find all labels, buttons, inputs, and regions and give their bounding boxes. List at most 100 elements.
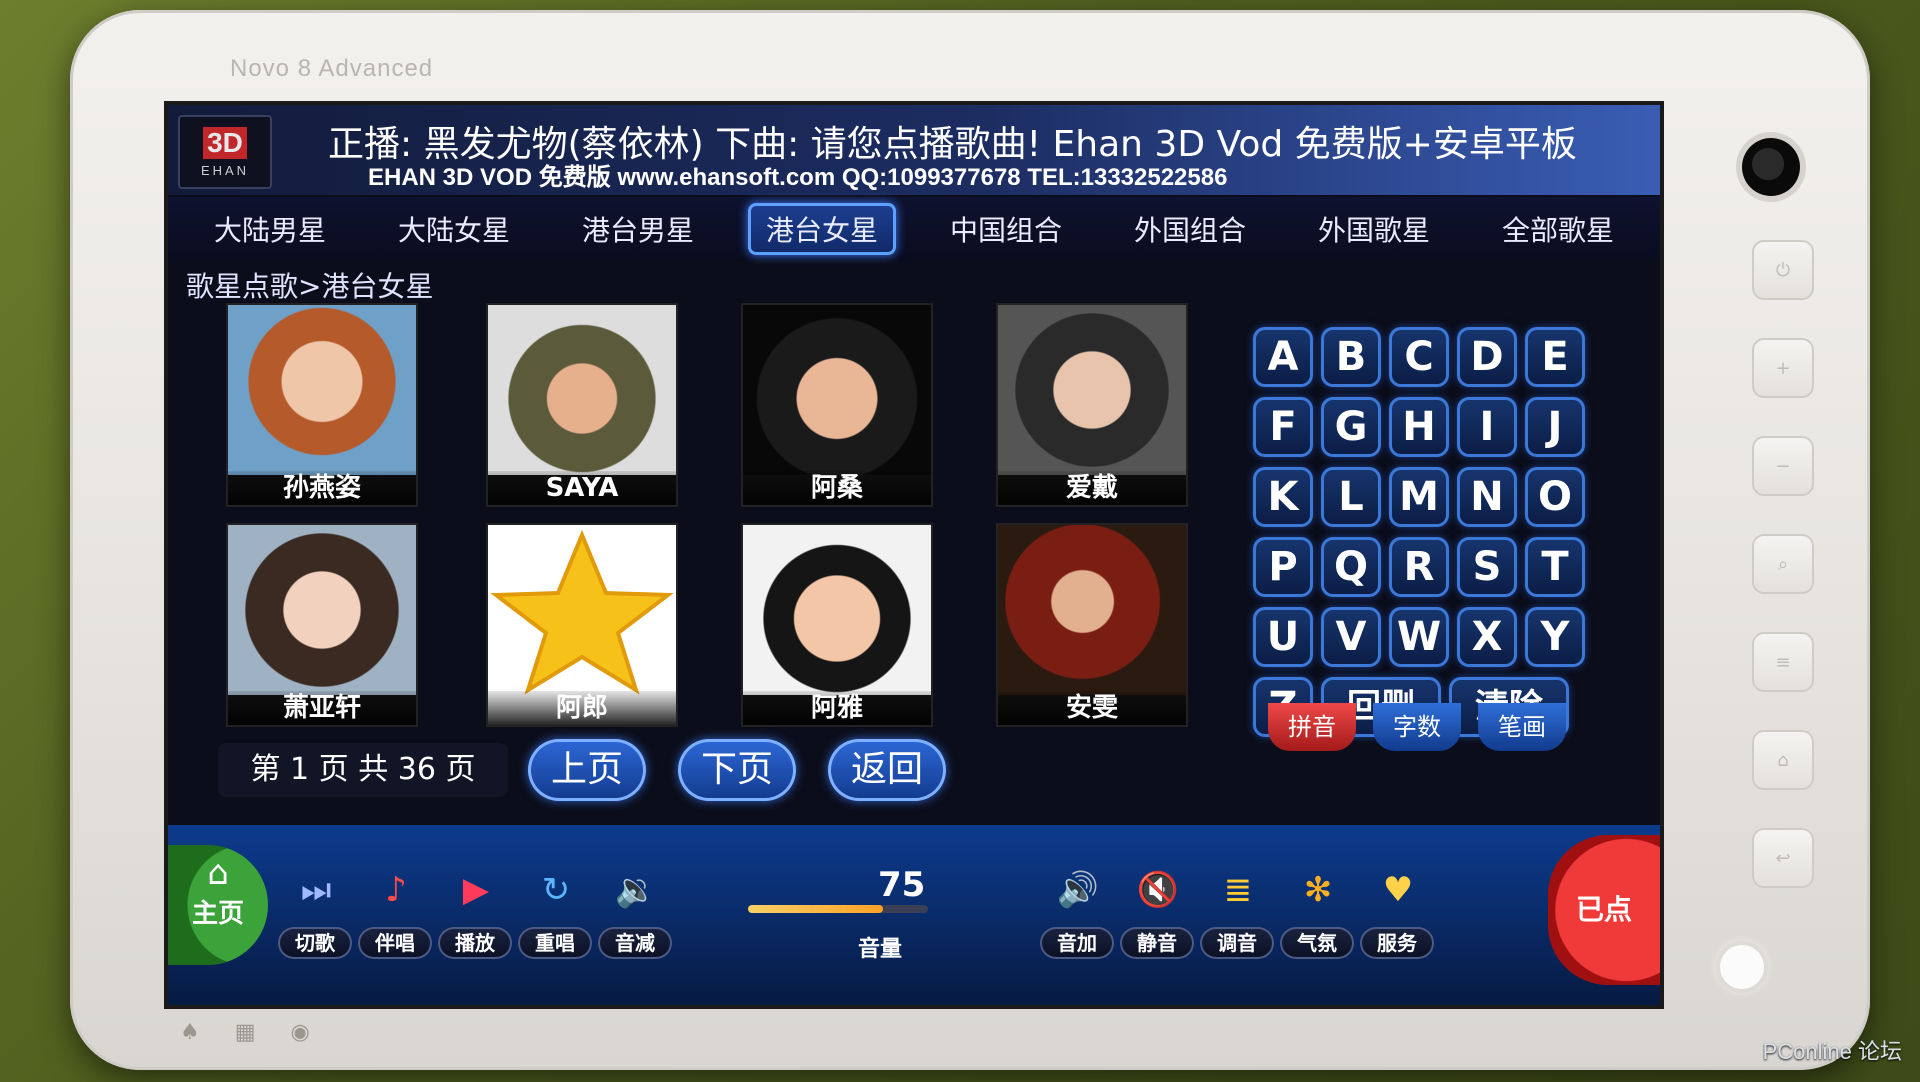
singer-photo xyxy=(998,305,1186,475)
singer-photo xyxy=(228,525,416,695)
volume-up-button[interactable]: + xyxy=(1752,338,1814,398)
key-c[interactable]: C xyxy=(1389,327,1449,387)
service-button[interactable]: 服务 xyxy=(1360,927,1434,959)
home-icon: ⌂ xyxy=(207,853,229,893)
key-g[interactable]: G xyxy=(1321,397,1381,457)
power-button[interactable]: ⏻ xyxy=(1752,240,1814,300)
char-count-mode-button[interactable]: 字数 xyxy=(1373,703,1461,751)
selected-songs-button[interactable]: 已点 xyxy=(1548,835,1660,985)
key-i[interactable]: I xyxy=(1457,397,1517,457)
next-page-button[interactable]: 下页 xyxy=(678,739,796,801)
atmosphere-button[interactable]: 气氛 xyxy=(1280,927,1354,959)
skip-song-button[interactable]: 切歌 xyxy=(278,927,352,959)
tab-foreign-group[interactable]: 外国组合 xyxy=(1116,203,1264,255)
volume-down-button[interactable]: − xyxy=(1752,436,1814,496)
karaoke-screen: 3D EHAN 正播: 黑发尤物(蔡依林) 下曲: 请您点播歌曲! Ehan 3… xyxy=(168,105,1660,1005)
singer-card[interactable]: 爱戴 xyxy=(998,305,1186,505)
singer-photo xyxy=(228,305,416,475)
skip-icon: ⏭ xyxy=(300,870,332,910)
back-button[interactable]: 返回 xyxy=(828,739,946,801)
singer-card[interactable]: 阿雅 xyxy=(743,525,931,725)
watermark: PConline 论坛 xyxy=(1762,1039,1902,1064)
key-j[interactable]: J xyxy=(1525,397,1585,457)
singer-card[interactable]: 阿桑 xyxy=(743,305,931,505)
stroke-mode-button[interactable]: 笔画 xyxy=(1478,703,1566,751)
singer-card[interactable]: SAYA xyxy=(488,305,676,505)
app-logo: 3D EHAN xyxy=(178,115,272,189)
volume-up-ui-button[interactable]: 音加 xyxy=(1040,927,1114,959)
key-h[interactable]: H xyxy=(1389,397,1449,457)
header-subline: EHAN 3D VOD 免费版 www.ehansoft.com QQ:1099… xyxy=(368,164,1228,191)
key-k[interactable]: K xyxy=(1253,467,1313,527)
search-hw-button[interactable]: ⌕ xyxy=(1752,534,1814,594)
breadcrumb: 歌星点歌>港台女星 xyxy=(186,270,434,303)
heart-icon: ♥ xyxy=(1382,870,1414,910)
equalizer-icon: ≣ xyxy=(1223,870,1253,910)
category-tabs: 大陆男星 大陆女星 港台男星 港台女星 中国组合 外国组合 外国歌星 全部歌星 xyxy=(168,197,1660,261)
mute-icon: 🔇 xyxy=(1136,870,1180,910)
key-l[interactable]: L xyxy=(1321,467,1381,527)
key-n[interactable]: N xyxy=(1457,467,1517,527)
page-indicator: 第 1 页 共 36 页 xyxy=(218,743,508,797)
star-icon xyxy=(490,529,674,695)
key-b[interactable]: B xyxy=(1321,327,1381,387)
singer-photo xyxy=(998,525,1186,695)
singer-photo xyxy=(743,525,931,695)
singer-photo xyxy=(743,305,931,475)
singer-card[interactable]: 安雯 xyxy=(998,525,1186,725)
tab-all-singers[interactable]: 全部歌星 xyxy=(1484,203,1632,255)
play-button[interactable]: 播放 xyxy=(438,927,512,959)
volume-down-icon: 🔉 xyxy=(614,870,658,910)
key-m[interactable]: M xyxy=(1389,467,1449,527)
status-icons: ♠ ▦ ◉ xyxy=(180,1020,324,1045)
volume-up-icon: 🔊 xyxy=(1056,870,1100,910)
prev-page-button[interactable]: 上页 xyxy=(528,739,646,801)
replay-button[interactable]: 重唱 xyxy=(518,927,592,959)
key-r[interactable]: R xyxy=(1389,537,1449,597)
key-o[interactable]: O xyxy=(1525,467,1585,527)
back-hw-button[interactable]: ↩ xyxy=(1752,828,1814,888)
key-y[interactable]: Y xyxy=(1525,607,1585,667)
key-u[interactable]: U xyxy=(1253,607,1313,667)
tab-mainland-male[interactable]: 大陆男星 xyxy=(196,203,344,255)
tab-chinese-group[interactable]: 中国组合 xyxy=(932,203,1080,255)
singer-card[interactable]: 阿郎 xyxy=(488,525,676,725)
pinyin-mode-button[interactable]: 拼音 xyxy=(1268,703,1356,751)
volume-fill xyxy=(748,905,883,913)
status-light xyxy=(1720,945,1764,989)
replay-icon: ↻ xyxy=(541,870,571,910)
key-v[interactable]: V xyxy=(1321,607,1381,667)
singer-card[interactable]: 孙燕姿 xyxy=(228,305,416,505)
key-t[interactable]: T xyxy=(1525,537,1585,597)
key-d[interactable]: D xyxy=(1457,327,1517,387)
singer-card[interactable]: 萧亚轩 xyxy=(228,525,416,725)
menu-hw-button[interactable]: ≡ xyxy=(1752,632,1814,692)
control-bar xyxy=(168,825,1660,1005)
header-bar: 3D EHAN 正播: 黑发尤物(蔡依林) 下曲: 请您点播歌曲! Ehan 3… xyxy=(168,105,1660,195)
tab-mainland-female[interactable]: 大陆女星 xyxy=(380,203,528,255)
singer-photo xyxy=(488,305,676,475)
front-camera xyxy=(1742,138,1800,196)
key-f[interactable]: F xyxy=(1253,397,1313,457)
key-x[interactable]: X xyxy=(1457,607,1517,667)
singer-grid: 孙燕姿 SAYA 阿桑 爱戴 萧亚轩 阿郎 阿雅 xyxy=(228,305,1028,725)
accompaniment-button[interactable]: 伴唱 xyxy=(358,927,432,959)
singer-icon: ♪ xyxy=(385,870,407,910)
key-w[interactable]: W xyxy=(1389,607,1449,667)
tuning-button[interactable]: 调音 xyxy=(1200,927,1274,959)
tab-foreign-singer[interactable]: 外国歌星 xyxy=(1300,203,1448,255)
key-a[interactable]: A xyxy=(1253,327,1313,387)
device-model-label: Novo 8 Advanced xyxy=(230,55,434,82)
volume-label: 音量 xyxy=(858,937,903,962)
tab-hktw-female[interactable]: 港台女星 xyxy=(747,203,896,255)
volume-slider[interactable] xyxy=(748,905,928,913)
volume-value: 75 xyxy=(878,865,926,905)
home-hw-button[interactable]: ⌂ xyxy=(1752,730,1814,790)
volume-down-ui-button[interactable]: 音减 xyxy=(598,927,672,959)
mute-button[interactable]: 静音 xyxy=(1120,927,1194,959)
tab-hktw-male[interactable]: 港台男星 xyxy=(564,203,712,255)
key-s[interactable]: S xyxy=(1457,537,1517,597)
key-p[interactable]: P xyxy=(1253,537,1313,597)
key-q[interactable]: Q xyxy=(1321,537,1381,597)
key-e[interactable]: E xyxy=(1525,327,1585,387)
